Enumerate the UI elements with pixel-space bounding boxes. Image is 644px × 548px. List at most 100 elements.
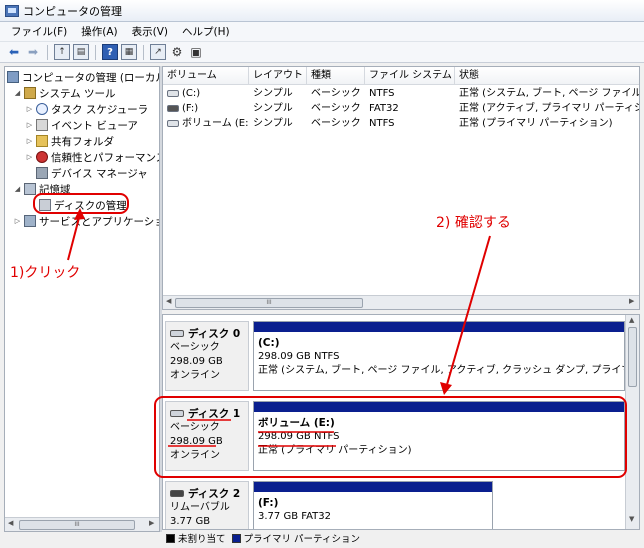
table-row[interactable]: (C:) シンプル ベーシック NTFS 正常 (システム, ブート, ページ … [163,86,639,101]
forward-arrow-icon[interactable]: ➡ [25,44,41,60]
menu-action[interactable]: 操作(A) [74,24,124,39]
menu-view[interactable]: 表示(V) [125,24,175,39]
table-row[interactable]: ボリューム (E:) シンプル ベーシック NTFS 正常 (プライマリ パーテ… [163,116,639,131]
volume-list-header: ボリューム レイアウト 種類 ファイル システム 状態 [163,67,639,85]
tree-item-device-manager[interactable]: デバイス マネージャ [36,165,148,181]
toolbar-separator [143,44,144,60]
partition-name: ボリューム (E:) [258,417,335,429]
cell-volume: (C:) [163,86,249,101]
cell-volume: ボリューム (E:) [163,116,249,131]
table-row[interactable]: (F:) シンプル ベーシック FAT32 正常 (アクティブ, プライマリ パ… [163,101,639,116]
scrollbar-thumb[interactable]: III [175,298,363,308]
up-folder-icon[interactable]: ↑ [54,44,70,60]
disk-icon [170,410,184,417]
tree-item-label: システム ツール [39,87,116,100]
disk-name-label: ディスク 2 [188,488,241,500]
expand-icon[interactable]: ▷ [25,153,34,161]
disk-row[interactable]: ディスク 0 ベーシック 298.09 GB オンライン (C:) 298.09… [165,321,625,395]
disk-size: 298.09 GB [170,436,223,447]
disk-view-vertical-scrollbar[interactable]: ▲ ▼ [625,315,639,529]
menu-help[interactable]: ヘルプ(H) [175,24,237,39]
settings-icon[interactable]: ⚙ [169,44,185,60]
tree-horizontal-scrollbar[interactable]: ◀ III ▶ [5,517,159,531]
scroll-up-icon[interactable]: ▲ [629,316,634,324]
collapse-icon[interactable]: ◢ [13,89,22,97]
volume-partition[interactable]: (F:) 3.77 GB FAT32 [253,481,493,529]
cell-filesystem: FAT32 [369,103,399,114]
volume-list-horizontal-scrollbar[interactable]: ◀ III ▶ [163,295,639,309]
show-hide-tree-icon[interactable]: ▤ [73,44,89,60]
column-header-layout[interactable]: レイアウト [249,67,307,85]
annotation-click: 1)クリック [10,265,81,281]
tree-item-computer-management[interactable]: コンピュータの管理 (ローカル) [7,69,160,85]
scroll-right-icon[interactable]: ▶ [149,519,154,527]
cell-type: ベーシック [311,103,361,114]
menu-file[interactable]: ファイル(F) [4,24,74,39]
column-header-type[interactable]: 種類 [307,67,365,85]
column-header-filesystem[interactable]: ファイル システム [365,67,455,85]
cell-layout: シンプル [253,88,293,99]
partition-status: 正常 (システム, ブート, ページ ファイル, アクティブ, クラッシュ ダン… [258,365,624,376]
column-header-volume[interactable]: ボリューム [163,67,249,85]
cell-layout: シンプル [253,103,293,114]
tree-item-system-tools[interactable]: ◢ システム ツール [13,85,116,101]
scroll-right-icon[interactable]: ▶ [629,297,634,305]
cell-filesystem: NTFS [369,118,395,129]
tree-item-storage[interactable]: ◢ 記憶域 [13,181,71,197]
disk-info[interactable]: ディスク 0 ベーシック 298.09 GB オンライン [165,321,249,391]
volume-icon [167,119,179,127]
disk-row[interactable]: ディスク 2 リムーバブル 3.77 GB (F:) 3.77 GB FAT32 [165,481,625,529]
scroll-down-icon[interactable]: ▼ [629,515,634,523]
window-title: コンピュータの管理 [23,4,122,18]
partition-name: (F:) [258,497,279,509]
disk-row[interactable]: ディスク 1 ベーシック 298.09 GB オンライン ボリューム (E:) … [165,401,625,475]
computer-icon [7,71,19,83]
volume-partition[interactable]: ボリューム (E:) 298.09 GB NTFS 正常 (プライマリ パーティ… [253,401,625,471]
cell-type: ベーシック [311,118,361,129]
expand-icon[interactable]: ▷ [25,105,34,113]
scroll-left-icon[interactable]: ◀ [8,519,13,527]
volume-name: (C:) [182,88,201,99]
disk-name: ディスク 0 [170,326,248,341]
tree-item-shared-folders[interactable]: ▷ 共有フォルダ [25,133,114,149]
tree-item-task-scheduler[interactable]: ▷ タスク スケジューラ [25,101,148,117]
legend-primary: プライマリ パーティション [243,534,360,545]
tree-item-services[interactable]: ▷ サービスとアプリケーション [13,213,159,229]
tree-item-event-viewer[interactable]: ▷ イベント ビューア [25,117,138,133]
back-arrow-icon[interactable]: ⬅ [6,44,22,60]
toolbar-separator [95,44,96,60]
collapse-icon[interactable]: ◢ [13,185,22,193]
tree-item-reliability[interactable]: ▷ 信頼性とパフォーマンス [25,149,159,165]
tree-item-disk-management[interactable]: ディスクの管理 [39,197,127,213]
disk-name: ディスク 2 [170,486,248,501]
scrollbar-thumb[interactable]: III [19,520,135,530]
legend-unallocated: 未割り当て [178,534,226,545]
expand-icon[interactable]: ▷ [13,217,22,225]
scroll-left-icon[interactable]: ◀ [166,297,171,305]
help-icon[interactable]: ? [102,44,118,60]
primary-partition-bar [254,402,624,412]
disk-size: 3.77 GB [170,516,211,527]
disk-icon [170,330,184,337]
partition-size: 298.09 GB NTFS [258,431,340,442]
disk-info[interactable]: ディスク 2 リムーバブル 3.77 GB [165,481,249,529]
primary-swatch [231,533,241,543]
cell-filesystem: NTFS [369,88,395,99]
expand-icon[interactable]: ▷ [25,121,34,129]
scrollbar-thumb[interactable] [628,327,637,387]
navigation-tree: コンピュータの管理 (ローカル) ◢ システム ツール ▷ タスク スケジューラ… [4,66,160,532]
disk-settings-icon[interactable]: ▣ [188,44,204,60]
services-icon [24,215,36,227]
tree-item-label: サービスとアプリケーション [39,215,159,228]
column-header-status[interactable]: 状態 [455,67,639,85]
performance-icon [36,151,48,163]
volume-name: ボリューム (E:) [182,118,249,129]
expand-icon[interactable]: ▷ [25,137,34,145]
cell-layout: シンプル [253,118,293,129]
toolbar-separator [47,44,48,60]
properties-icon[interactable]: ▦ [121,44,137,60]
export-icon[interactable]: ↗ [150,44,166,60]
disk-info[interactable]: ディスク 1 ベーシック 298.09 GB オンライン [165,401,249,471]
tree-item-label: コンピュータの管理 (ローカル) [22,71,160,84]
volume-partition[interactable]: (C:) 298.09 GB NTFS 正常 (システム, ブート, ページ フ… [253,321,625,391]
